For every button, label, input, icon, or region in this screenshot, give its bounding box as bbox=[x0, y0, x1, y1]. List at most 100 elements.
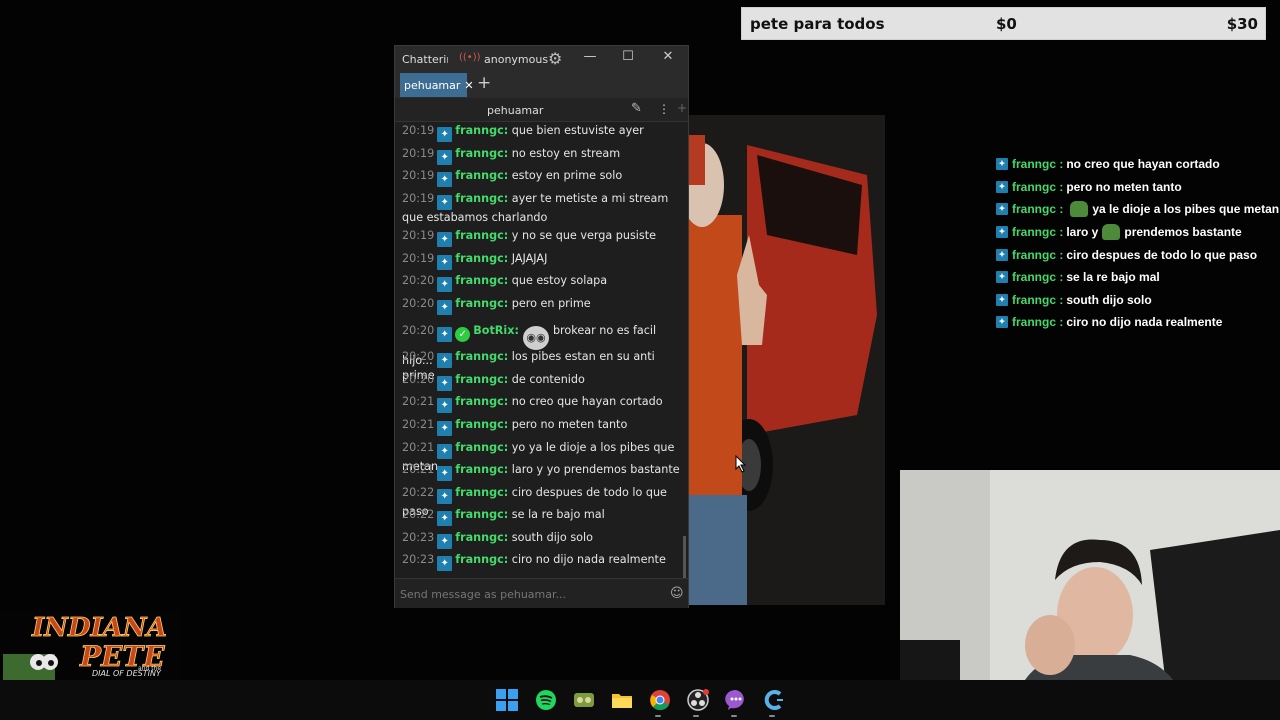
username[interactable]: franngc: bbox=[455, 124, 508, 137]
chat-message: 20:21 ✦ franngc: laro y yo prendemos basta… bbox=[402, 462, 682, 481]
chat-message: 20:23 ✦ franngc: ciro no dijo nada realmen… bbox=[402, 552, 682, 571]
overlay-username: franngc : bbox=[1012, 202, 1064, 217]
pencil-icon[interactable]: ✎ bbox=[631, 101, 642, 116]
timestamp: 20:19 bbox=[402, 146, 435, 160]
overlay-text: ciro despues de todo lo que paso bbox=[1066, 247, 1258, 262]
chat-message: 20:21 ✦ franngc: no creo que hayan cortado bbox=[402, 394, 682, 413]
overlay-text: se la re bajo mal bbox=[1066, 270, 1160, 285]
subscriber-badge-icon: ✦ bbox=[437, 375, 453, 391]
scrollbar[interactable] bbox=[683, 536, 686, 580]
overlay-text: pero no meten tanto bbox=[1066, 179, 1182, 194]
chatterino-icon[interactable] bbox=[762, 688, 786, 712]
maximize-button[interactable]: ☐ bbox=[618, 49, 638, 64]
username[interactable]: franngc: bbox=[455, 486, 508, 499]
subscriber-badge-icon: ✦ bbox=[996, 271, 1008, 284]
close-icon[interactable]: ✕ bbox=[464, 79, 473, 92]
username[interactable]: franngc: bbox=[455, 508, 508, 521]
username[interactable]: franngc: bbox=[455, 553, 508, 566]
subscriber-badge-icon: ✦ bbox=[437, 195, 453, 210]
minimize-button[interactable]: — bbox=[580, 49, 600, 64]
add-split-icon[interactable]: + bbox=[677, 101, 687, 115]
username[interactable]: franngc: bbox=[455, 463, 508, 476]
overlay-username: franngc : bbox=[1012, 225, 1064, 240]
subscriber-badge-icon: ✦ bbox=[996, 316, 1008, 329]
file-explorer-icon[interactable] bbox=[610, 688, 634, 712]
chat-message: 20:19 ✦ franngc: que bien estuviste ayer bbox=[402, 123, 682, 142]
username[interactable]: franngc: bbox=[455, 531, 508, 544]
overlay-message: ✦ franngc : south dijo solo bbox=[996, 289, 1280, 312]
overlay-text: laro y bbox=[1066, 225, 1099, 240]
timestamp: 20:20 bbox=[402, 274, 435, 287]
tab-label: pehuamar bbox=[404, 78, 461, 92]
chat-message: 20:20 ✦ franngc: que estoy solapa bbox=[402, 273, 682, 292]
tab-bar: pehuamar ✕ + bbox=[395, 72, 688, 98]
overlay-message: ✦ franngc : ciro no dijo nada realmente bbox=[996, 311, 1280, 334]
subscriber-badge-icon: ✦ bbox=[437, 488, 453, 504]
chat-message: 20:19 ✦ franngc: estoy en prime solo bbox=[402, 168, 682, 187]
broadcast-icon: ((•)) bbox=[459, 52, 481, 63]
username[interactable]: franngc: bbox=[455, 297, 508, 310]
chatterino-window[interactable]: Chatterino ((•)) anonymous ⚙ — ☐ ✕ pehua… bbox=[394, 45, 689, 608]
overlay-text: prendemos bastante bbox=[1124, 225, 1242, 240]
message-text: se la re bajo mal bbox=[511, 508, 605, 521]
close-button[interactable]: ✕ bbox=[658, 49, 678, 64]
spotify-icon[interactable] bbox=[534, 688, 558, 712]
overlay-text: south dijo solo bbox=[1066, 292, 1152, 307]
chrome-icon[interactable] bbox=[648, 688, 672, 712]
subscriber-badge-icon: ✦ bbox=[996, 203, 1008, 216]
subscriber-badge-icon: ✦ bbox=[996, 158, 1008, 171]
timestamp: 20:22 bbox=[402, 485, 435, 499]
add-tab-button[interactable]: + bbox=[477, 73, 491, 93]
account-name[interactable]: anonymous bbox=[484, 53, 548, 66]
gear-icon[interactable]: ⚙ bbox=[548, 49, 562, 68]
goal-current: $0 bbox=[996, 14, 1017, 33]
username[interactable]: franngc: bbox=[455, 350, 508, 363]
username[interactable]: franngc: bbox=[455, 169, 508, 182]
message-text: que estoy solapa bbox=[511, 274, 608, 287]
username[interactable]: BotRix: bbox=[473, 324, 519, 337]
message-list[interactable]: 20:19 ✦ franngc: que bien estuviste ayer 2… bbox=[395, 123, 685, 573]
running-indicator bbox=[731, 715, 737, 717]
username[interactable]: franngc: bbox=[455, 147, 508, 160]
chat-message: 20:23 ✦ franngc: south dijo solo bbox=[402, 530, 682, 549]
username[interactable]: franngc: bbox=[455, 418, 508, 431]
windows-start-icon[interactable] bbox=[495, 688, 519, 712]
timestamp: 20:23 bbox=[402, 530, 435, 544]
message-text: pero no meten tanto bbox=[511, 418, 628, 431]
timestamp: 20:19 bbox=[402, 229, 435, 242]
subscriber-badge-icon: ✦ bbox=[996, 293, 1008, 306]
tab-pehuamar[interactable]: pehuamar ✕ bbox=[400, 73, 474, 97]
messenger-icon[interactable] bbox=[724, 688, 748, 712]
message-text: south dijo solo bbox=[511, 530, 593, 544]
username[interactable]: franngc: bbox=[455, 229, 508, 242]
subscriber-badge-icon: ✦ bbox=[996, 180, 1008, 193]
username[interactable]: franngc: bbox=[455, 252, 508, 265]
timestamp: 20:20 bbox=[402, 296, 435, 310]
timestamp: 20:20 bbox=[402, 324, 435, 337]
username[interactable]: franngc: bbox=[455, 192, 508, 205]
game-bar-icon[interactable] bbox=[572, 688, 596, 712]
subscriber-badge-icon: ✦ bbox=[437, 398, 453, 413]
chat-message: 20:19 ✦ franngc: ayer te metiste a mi stre… bbox=[402, 191, 682, 226]
username[interactable]: franngc: bbox=[455, 274, 508, 287]
message-input[interactable] bbox=[400, 585, 660, 603]
overlay-username: franngc : bbox=[1012, 179, 1064, 194]
message-text: no estoy en stream bbox=[511, 146, 621, 160]
subscriber-badge-icon: ✦ bbox=[996, 226, 1008, 239]
emoji-icon[interactable]: ☺ bbox=[670, 586, 684, 601]
username[interactable]: franngc: bbox=[455, 373, 508, 386]
running-indicator bbox=[693, 715, 699, 717]
running-indicator bbox=[769, 715, 775, 717]
username[interactable]: franngc: bbox=[455, 441, 508, 454]
message-text: ciro no dijo nada realmente bbox=[511, 553, 666, 566]
title-bar[interactable]: Chatterino ((•)) anonymous ⚙ — ☐ ✕ bbox=[395, 46, 688, 72]
timestamp: 20:21 bbox=[402, 418, 435, 431]
obs-icon[interactable] bbox=[686, 688, 710, 712]
username[interactable]: franngc: bbox=[455, 395, 508, 408]
chat-message: 20:19 ✦ franngc: y no se que verga pusiste bbox=[402, 228, 682, 247]
running-indicator bbox=[655, 715, 661, 717]
timestamp: 20:21 bbox=[402, 440, 435, 454]
goal-target: $30 bbox=[1226, 14, 1258, 33]
stream-screen: pete para todos $0 $30 Chatterino ((•)) … bbox=[0, 0, 1280, 720]
more-options-icon[interactable]: ⋮ bbox=[658, 102, 670, 116]
